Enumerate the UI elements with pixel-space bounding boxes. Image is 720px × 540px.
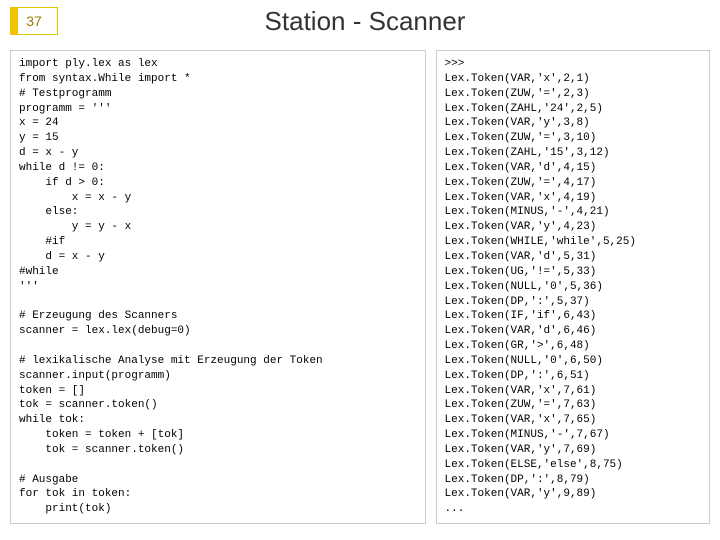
slide-title: Station - Scanner [58,6,672,37]
output-pane: >>> Lex.Token(VAR,'x',2,1) Lex.Token(ZUW… [436,50,710,524]
slide-body: import ply.lex as lex from syntax.While … [0,42,720,534]
slide-number-box: 37 [10,7,58,35]
slide-header: 37 Station - Scanner [0,0,720,42]
slide-number: 37 [26,13,42,29]
code-pane: import ply.lex as lex from syntax.While … [10,50,426,524]
